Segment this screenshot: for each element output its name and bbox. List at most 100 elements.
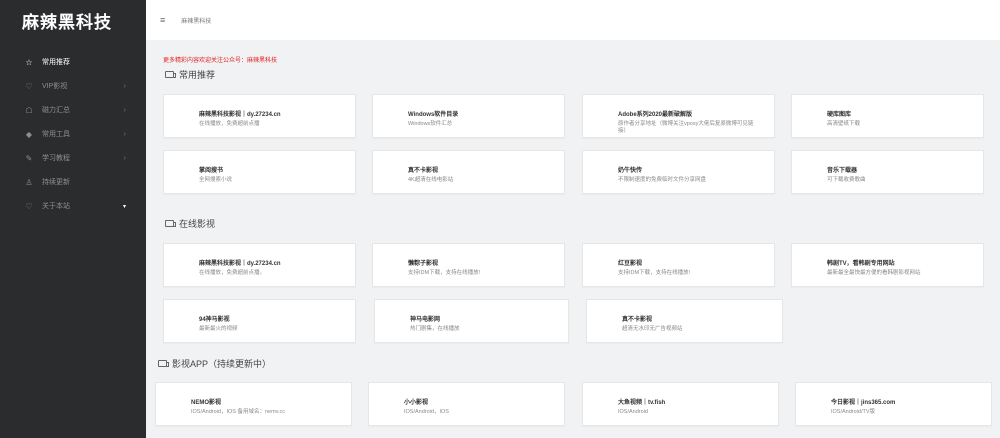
card-title: 小小影视 bbox=[404, 400, 429, 406]
card-title: 韩剧TV，看韩剧专用网站 bbox=[827, 261, 895, 267]
site-card[interactable]: 掌阅搜书 全网搜索小说 bbox=[163, 150, 356, 194]
site-card[interactable]: 小小影视 IOS/Android，IOS bbox=[368, 382, 565, 426]
card-title: 真不卡影视 bbox=[622, 317, 653, 323]
tag-icon bbox=[158, 360, 169, 367]
sidebar-item-tools[interactable]: ◆ 常用工具 › bbox=[0, 122, 146, 146]
sidebar-item-tutorials[interactable]: ✎ 学习教程 › bbox=[0, 146, 146, 170]
section-title-label: 影视APP（持续更新中） bbox=[172, 359, 272, 369]
site-card[interactable]: 麻辣黑科技影视｜dy.27234.cn 在线播放，免费超前点播。 bbox=[163, 243, 356, 287]
sidebar-item-label: 磁力汇总 bbox=[42, 107, 70, 114]
notice-text: 更多精彩内容欢迎关注公众号：麻辣黑科技 bbox=[163, 58, 278, 64]
card-desc: 可下载收费歌曲 bbox=[827, 177, 866, 183]
card-desc: IOS/Android，IOS 备用域名：nemv.cc bbox=[191, 409, 286, 415]
main-content: 更多精彩内容欢迎关注公众号：麻辣黑科技 常用推荐 麻辣黑科技影视｜dy.2723… bbox=[146, 40, 1000, 438]
chevron-right-icon: › bbox=[123, 154, 126, 162]
caret-down-icon: ▾ bbox=[122, 203, 126, 210]
card-title: 奶牛快传 bbox=[618, 168, 643, 174]
sidebar-item-about[interactable]: ♡ 关于本站 ▾ bbox=[0, 194, 146, 218]
site-card[interactable]: 真不卡影视 超清无水印无广告视频站 bbox=[586, 299, 783, 343]
card-desc: IOS/Android bbox=[618, 409, 648, 415]
section-title-label: 常用推荐 bbox=[179, 70, 216, 80]
card-desc: 最新最全最快最方便的看韩剧影视网站 bbox=[827, 270, 921, 276]
tag-icon bbox=[165, 220, 176, 227]
card-title: 94神马影视 bbox=[199, 317, 230, 323]
breadcrumb: 麻辣黑科技 bbox=[181, 18, 212, 25]
card-desc: 热门剧集，在线播放 bbox=[410, 326, 460, 332]
card-desc: 原作者分享地址（微博关注vposy大佬后复原微博可见链接） bbox=[618, 121, 754, 134]
card-title: 今日影视｜jins365.com bbox=[831, 400, 896, 406]
heart-icon: ♡ bbox=[25, 81, 33, 91]
card-desc: 在线播放，免费超前点播。 bbox=[199, 270, 266, 276]
card-title: 麻辣黑科技影视｜dy.27234.cn bbox=[199, 261, 281, 267]
section-title-recommended: 常用推荐 bbox=[165, 68, 215, 81]
sidebar-item-magnet[interactable]: ☖ 磁力汇总 › bbox=[0, 98, 146, 122]
card-desc: 不限制速度的免费临时文件分享网盘 bbox=[618, 177, 707, 183]
pencil-icon: ✎ bbox=[25, 153, 33, 163]
chevron-right-icon: › bbox=[123, 106, 126, 114]
site-logo[interactable]: 麻辣黑科技 bbox=[0, 0, 146, 40]
card-desc: 支持IDM下载，支持在线播放! bbox=[408, 270, 481, 276]
card-desc: 高清壁纸下载 bbox=[827, 121, 861, 127]
card-desc: Windows软件汇总 bbox=[408, 121, 453, 127]
card-desc: 最新最火的视频 bbox=[199, 326, 238, 332]
card-title: Windows软件目录 bbox=[408, 112, 459, 118]
site-card[interactable]: 神马电影网 热门剧集，在线播放 bbox=[374, 299, 569, 343]
user-icon: ♙ bbox=[25, 177, 33, 187]
site-card[interactable]: 音乐下载器 可下载收费歌曲 bbox=[791, 150, 984, 194]
card-desc: 在线播放，免费超前点播 bbox=[199, 121, 260, 127]
site-card[interactable]: 韩剧TV，看韩剧专用网站 最新最全最快最方便的看韩剧影视网站 bbox=[791, 243, 984, 287]
star-icon: ☆ bbox=[25, 57, 33, 67]
card-desc: 全网搜索小说 bbox=[199, 177, 233, 183]
heart-icon: ♡ bbox=[25, 201, 33, 211]
sidebar-item-label: 常用推荐 bbox=[42, 59, 70, 66]
card-title: 音乐下载器 bbox=[827, 168, 858, 174]
card-title: 掌阅搜书 bbox=[199, 168, 224, 174]
card-title: NEMO影视 bbox=[191, 400, 222, 406]
site-card[interactable]: 今日影视｜jins365.com IOS/Android/TV版 bbox=[795, 382, 992, 426]
card-title: 麻辣黑科技影视｜dy.27234.cn bbox=[199, 112, 281, 118]
card-title: 神马电影网 bbox=[410, 317, 441, 323]
site-card[interactable]: 奶牛快传 不限制速度的免费临时文件分享网盘 bbox=[582, 150, 775, 194]
sidebar-item-label: 关于本站 bbox=[42, 203, 70, 210]
section-title-label: 在线影视 bbox=[179, 219, 216, 229]
card-desc: 支持IDM下载，支持在线播放! bbox=[618, 270, 691, 276]
card-desc: IOS/Android，IOS bbox=[404, 409, 449, 415]
sidebar: 麻辣黑科技 ☆ 常用推荐 ♡ VIP影视 › ☖ 磁力汇总 › ◆ 常用工具 ›… bbox=[0, 0, 146, 438]
card-title: 红豆影视 bbox=[618, 261, 643, 267]
sidebar-item-label: 学习教程 bbox=[42, 155, 70, 162]
site-card[interactable]: 真不卡影视 4K超清在线电影站 bbox=[372, 150, 565, 194]
site-card[interactable]: 懒粽子影视 支持IDM下载，支持在线播放! bbox=[372, 243, 565, 287]
site-card[interactable]: NEMO影视 IOS/Android，IOS 备用域名：nemv.cc bbox=[155, 382, 352, 426]
site-card[interactable]: Adobe系列2020最新破解版 原作者分享地址（微博关注vposy大佬后复原微… bbox=[582, 94, 775, 138]
chevron-right-icon: › bbox=[123, 82, 126, 90]
sidebar-item-vip-video[interactable]: ♡ VIP影视 › bbox=[0, 74, 146, 98]
sidebar-item-recommended[interactable]: ☆ 常用推荐 bbox=[0, 50, 146, 74]
card-title: 大鱼视频｜tv.fish bbox=[618, 400, 666, 406]
site-card[interactable]: 94神马影视 最新最火的视频 bbox=[163, 299, 356, 343]
site-card[interactable]: 麻辣黑科技影视｜dy.27234.cn 在线播放，免费超前点播 bbox=[163, 94, 356, 138]
sidebar-item-label: 常用工具 bbox=[42, 131, 70, 138]
card-desc: 4K超清在线电影站 bbox=[408, 177, 454, 183]
card-title: 真不卡影视 bbox=[408, 168, 439, 174]
card-title: 硬库图库 bbox=[827, 112, 852, 118]
tag-icon bbox=[165, 71, 176, 78]
card-desc: 超清无水印无广告视频站 bbox=[622, 326, 683, 332]
card-desc: IOS/Android/TV版 bbox=[831, 409, 876, 415]
menu-icon[interactable]: ≡ bbox=[160, 15, 165, 25]
site-card[interactable]: 大鱼视频｜tv.fish IOS/Android bbox=[582, 382, 779, 426]
section-title-video-apps: 影视APP（持续更新中） bbox=[158, 357, 271, 370]
sidebar-item-label: VIP影视 bbox=[42, 83, 68, 90]
sidebar-menu: ☆ 常用推荐 ♡ VIP影视 › ☖ 磁力汇总 › ◆ 常用工具 › ✎ 学习教… bbox=[0, 50, 146, 218]
home-icon: ☖ bbox=[25, 105, 33, 115]
card-title: 懒粽子影视 bbox=[408, 261, 439, 267]
site-card[interactable]: 红豆影视 支持IDM下载，支持在线播放! bbox=[582, 243, 775, 287]
sidebar-item-label: 持续更新 bbox=[42, 179, 70, 186]
top-header: ≡ 麻辣黑科技 bbox=[146, 0, 1000, 40]
chevron-right-icon: › bbox=[123, 130, 126, 138]
sidebar-item-updates[interactable]: ♙ 持续更新 bbox=[0, 170, 146, 194]
section-title-online-video: 在线影视 bbox=[165, 217, 215, 230]
diamond-icon: ◆ bbox=[25, 129, 33, 139]
site-card[interactable]: 硬库图库 高清壁纸下载 bbox=[791, 94, 984, 138]
card-title: Adobe系列2020最新破解版 bbox=[618, 112, 693, 118]
site-card[interactable]: Windows软件目录 Windows软件汇总 bbox=[372, 94, 565, 138]
